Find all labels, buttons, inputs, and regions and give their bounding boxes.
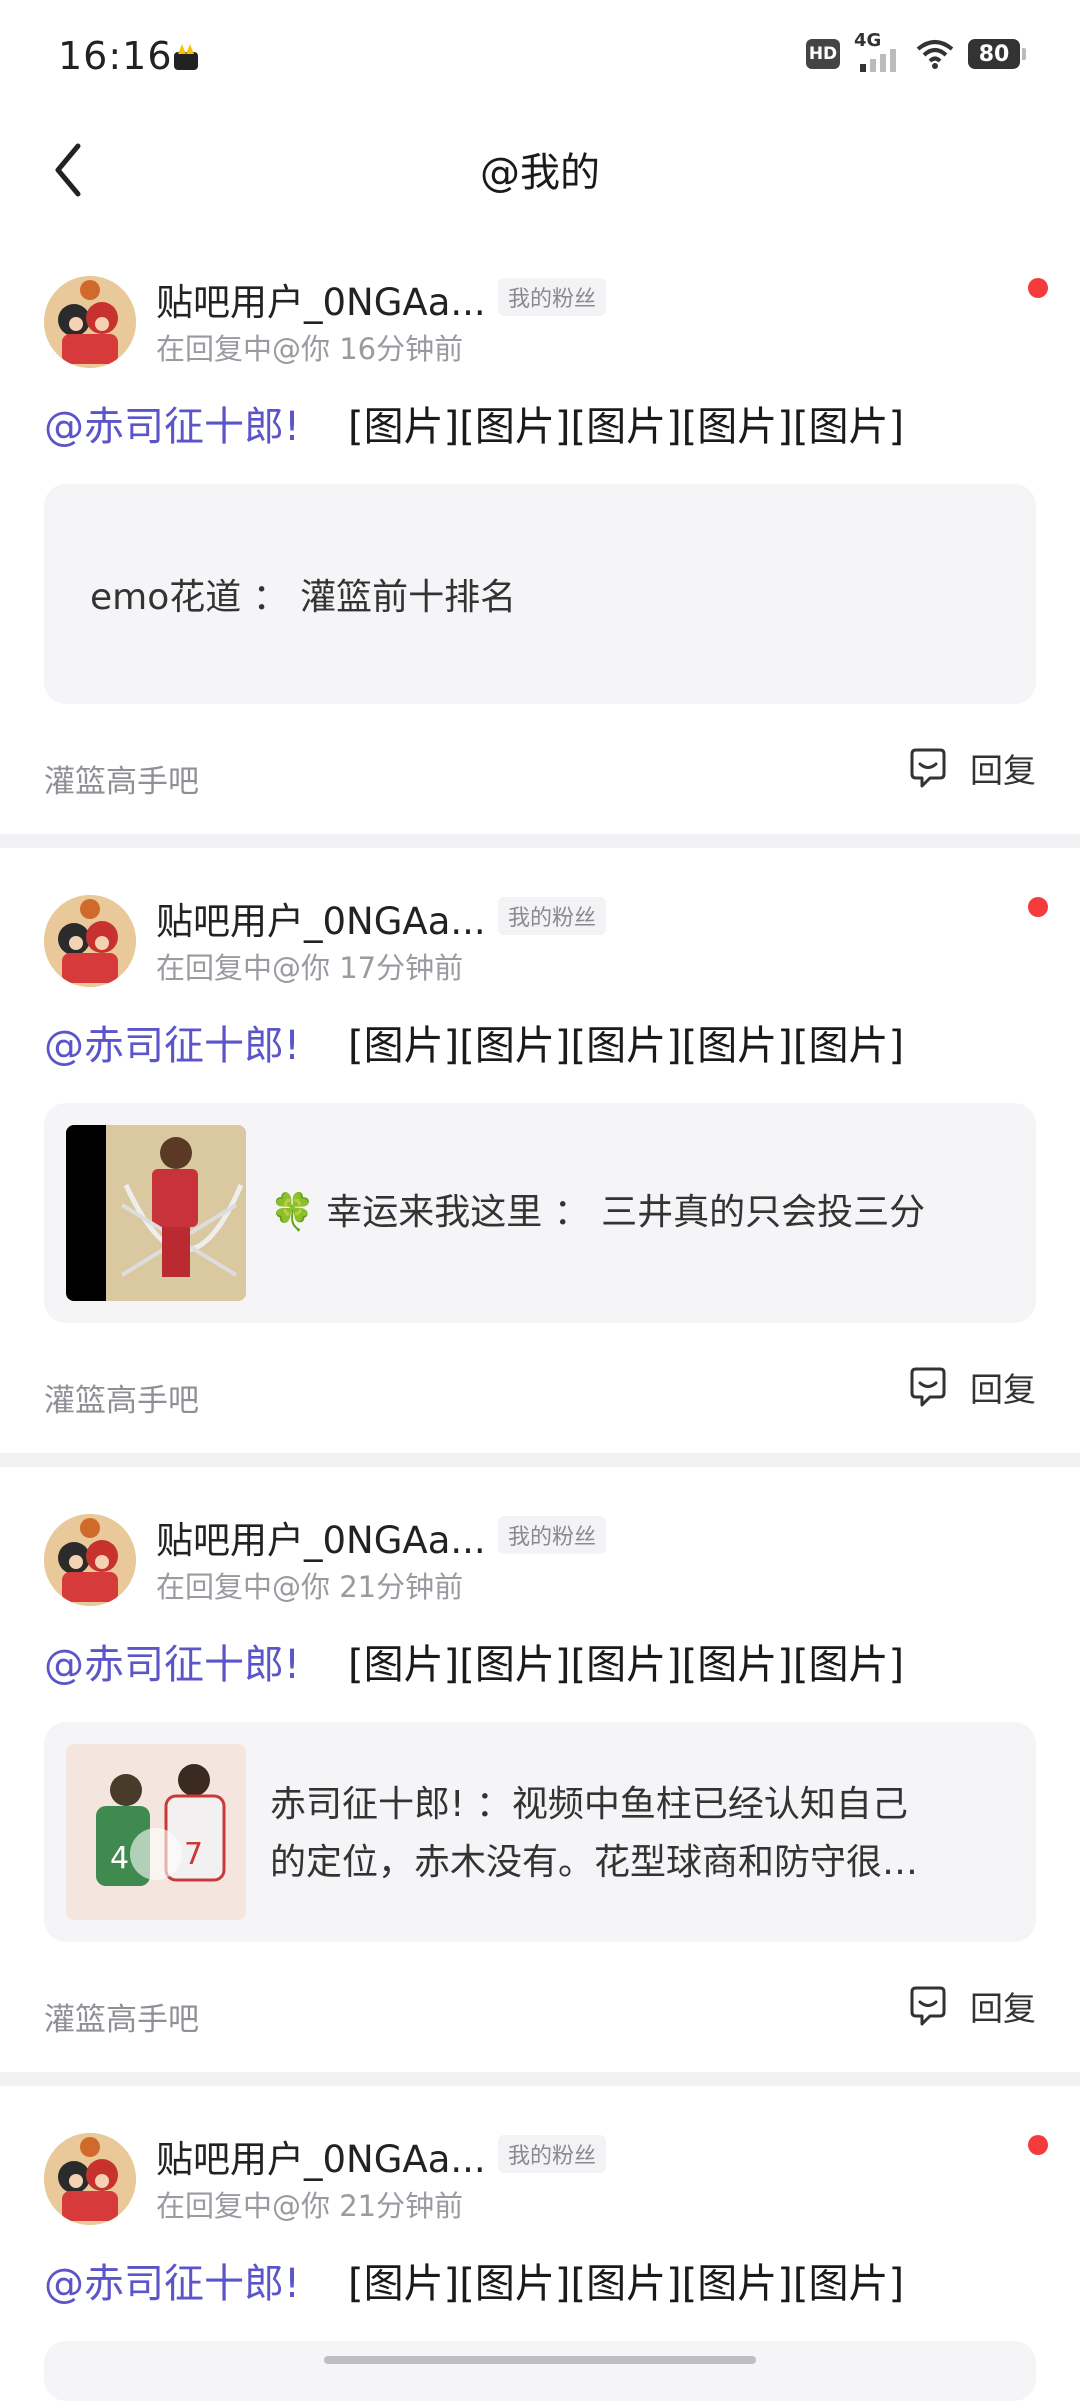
forum-name[interactable]: 灌篮高手吧	[44, 1375, 199, 1420]
status-right-icons: HD 4G 80	[806, 30, 1026, 72]
reply-button[interactable]: 回复	[906, 1980, 1036, 2032]
mention-link[interactable]: @赤司征十郎!	[44, 404, 300, 450]
title-bar: @我的	[0, 120, 1080, 216]
reply-icon	[910, 748, 946, 788]
reply-content: @赤司征十郎! [图片][图片][图片][图片][图片]	[44, 1632, 904, 1690]
quoted-thumbnail	[66, 1125, 246, 1301]
mention-card[interactable]: 贴吧用户_0NGAa... 我的粉丝 在回复中@你 16分钟前 @赤司征十郎![…	[0, 276, 1080, 826]
avatar[interactable]	[44, 895, 136, 987]
unread-dot	[1028, 278, 1048, 298]
card-separator	[0, 1453, 1080, 1467]
reply-label: 回复	[970, 1989, 1036, 2028]
image-placeholders: [图片][图片][图片][图片][图片]	[348, 1642, 905, 1688]
reply-icon	[910, 1367, 946, 1407]
reply-meta: 在回复中@你 21分钟前	[156, 1570, 464, 1604]
quoted-text: 赤司征十郎! ：视频中鱼柱已经认知自己 的定位，赤木没有。花型球商和防守很…	[270, 1776, 1010, 1892]
fan-badge: 我的粉丝	[498, 2135, 607, 2173]
reply-content: @赤司征十郎! [图片][图片][图片][图片][图片]	[44, 2251, 904, 2309]
unread-dot	[1028, 897, 1048, 917]
fan-badge: 我的粉丝	[498, 1516, 607, 1554]
home-indicator[interactable]	[324, 2356, 756, 2364]
status-time: 16:16	[58, 34, 173, 78]
mention-card[interactable]: 贴吧用户_0NGAa... 我的粉丝 在回复中@你 21分钟前 @赤司征十郎![…	[0, 2133, 1080, 2401]
reply-label: 回复	[970, 751, 1036, 790]
quoted-text-line: 赤司征十郎! ：视频中鱼柱已经认知自己	[270, 1784, 908, 1825]
quoted-text-line: 的定位，赤木没有。花型球商和防守很…	[270, 1842, 919, 1883]
quoted-post[interactable]: 4 7 赤司征十郎! ：视频中鱼柱已经认知自己 的定位，赤木没有。花型球商和防守…	[44, 1722, 1036, 1942]
mention-link[interactable]: @赤司征十郎!	[44, 2261, 300, 2307]
hd-icon: HD	[806, 39, 840, 69]
quoted-post[interactable]	[44, 2341, 1036, 2401]
svg-text:7: 7	[184, 1837, 203, 1872]
quoted-text: emo花道 ： 灌篮前十排名	[90, 577, 517, 618]
mention-card[interactable]: 贴吧用户_0NGAa... 我的粉丝 在回复中@你 17分钟前 @赤司征十郎![…	[0, 895, 1080, 1445]
mention-link[interactable]: @赤司征十郎!	[44, 1023, 300, 1069]
forum-name[interactable]: 灌篮高手吧	[44, 756, 199, 801]
reply-meta: 在回复中@你 17分钟前	[156, 951, 464, 985]
reply-meta: 在回复中@你 21分钟前	[156, 2189, 464, 2223]
avatar[interactable]	[44, 2133, 136, 2225]
avatar[interactable]	[44, 1514, 136, 1606]
unread-dot	[1028, 2135, 1048, 2155]
quoted-post[interactable]: emo花道 ： 灌篮前十排名	[44, 484, 1036, 704]
reply-content: @赤司征十郎! [图片][图片][图片][图片][图片]	[44, 1013, 904, 1071]
username[interactable]: 贴吧用户_0NGAa...	[156, 272, 486, 326]
reply-button[interactable]: 回复	[906, 742, 1036, 794]
page-title: @我的	[480, 150, 600, 196]
avatar[interactable]	[44, 276, 136, 368]
status-bar: 16:16 HD 4G 80	[0, 0, 1080, 120]
username[interactable]: 贴吧用户_0NGAa...	[156, 2129, 486, 2183]
image-placeholders: [图片][图片][图片][图片][图片]	[348, 404, 905, 450]
reply-icon	[910, 1986, 946, 2026]
mention-link[interactable]: @赤司征十郎!	[44, 1642, 300, 1688]
reply-content: @赤司征十郎! [图片][图片][图片][图片][图片]	[44, 394, 904, 452]
mention-card[interactable]: 贴吧用户_0NGAa... 我的粉丝 在回复中@你 21分钟前 @赤司征十郎![…	[0, 1514, 1080, 2064]
image-placeholders: [图片][图片][图片][图片][图片]	[348, 1023, 905, 1069]
quoted-post[interactable]: 🍀 幸运来我这里 ： 三井真的只会投三分	[44, 1103, 1036, 1323]
image-placeholders: [图片][图片][图片][图片][图片]	[348, 2261, 905, 2307]
forum-name[interactable]: 灌篮高手吧	[44, 1994, 199, 2039]
username[interactable]: 贴吧用户_0NGAa...	[156, 1510, 486, 1564]
reply-meta: 在回复中@你 16分钟前	[156, 332, 464, 366]
fan-badge: 我的粉丝	[498, 278, 607, 316]
battery-level: 80	[978, 41, 1010, 67]
card-separator	[0, 2072, 1080, 2086]
reply-label: 回复	[970, 1370, 1036, 1409]
username[interactable]: 贴吧用户_0NGAa...	[156, 891, 486, 945]
battery-icon: 80	[968, 39, 1026, 69]
reply-button[interactable]: 回复	[906, 1361, 1036, 1413]
fan-badge: 我的粉丝	[498, 897, 607, 935]
card-separator	[0, 834, 1080, 848]
signal-icon: 4G	[854, 30, 902, 72]
quoted-text: 🍀 幸运来我这里 ： 三井真的只会投三分	[270, 1192, 926, 1233]
notification-app-icon	[174, 44, 198, 70]
wifi-icon	[916, 40, 954, 69]
quoted-thumbnail: 4 7	[66, 1744, 246, 1920]
svg-text:4: 4	[110, 1841, 129, 1876]
